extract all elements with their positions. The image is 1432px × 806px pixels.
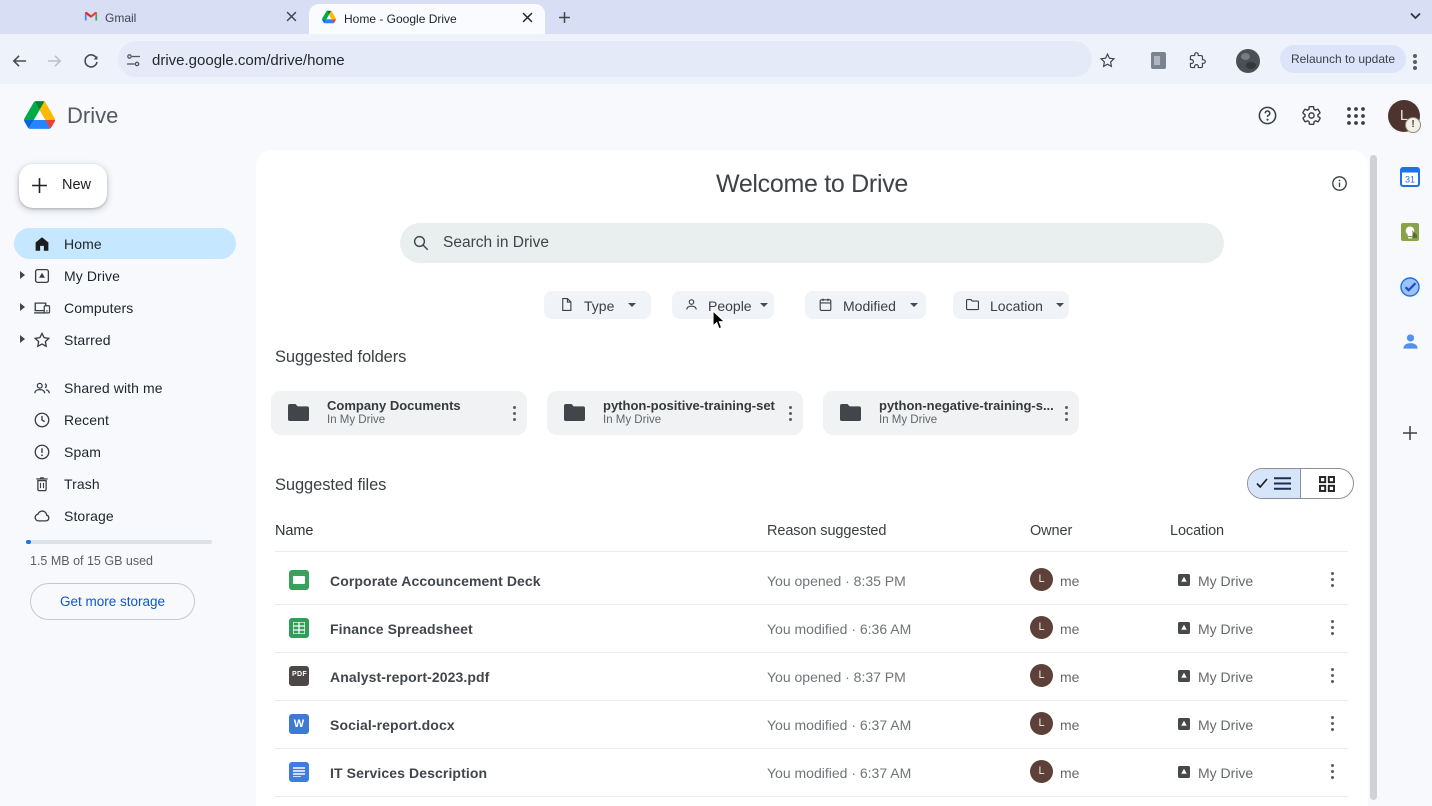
- svg-text:31: 31: [1405, 175, 1415, 185]
